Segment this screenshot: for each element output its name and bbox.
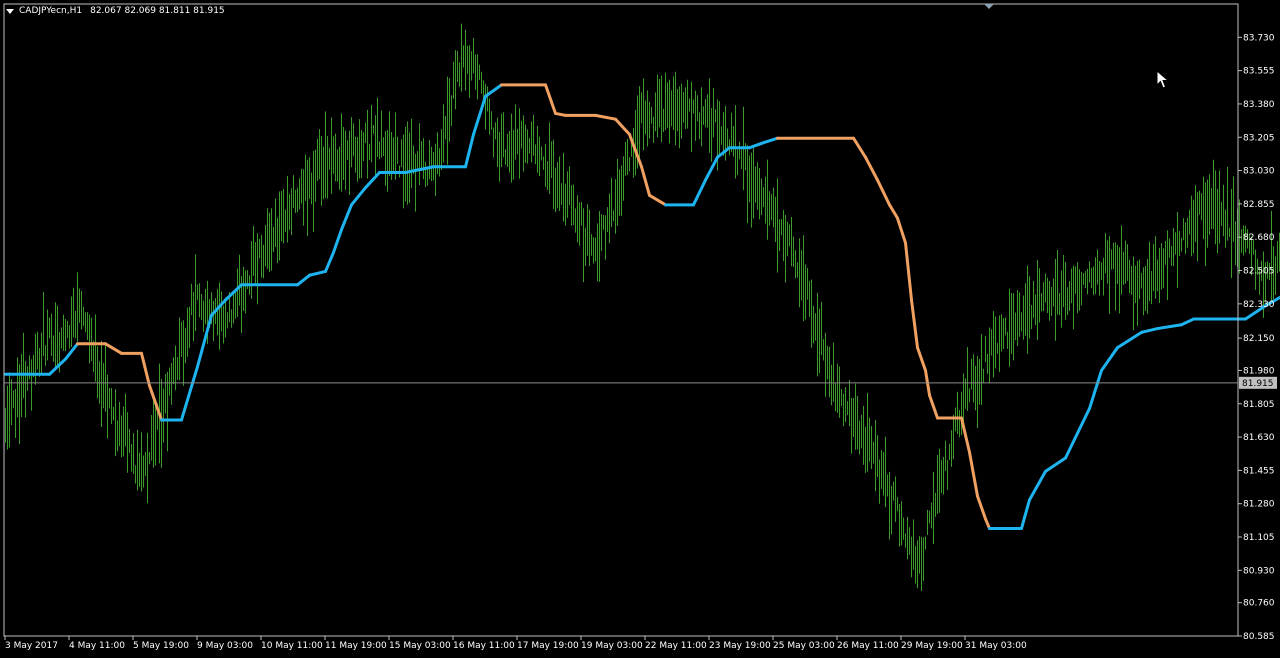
trend-line-segment	[140, 351, 151, 388]
y-tick-label: 82.680	[1243, 233, 1275, 243]
y-tick-label: 81.805	[1243, 400, 1275, 410]
trend-line-segment	[324, 250, 335, 273]
trend-line-segment	[104, 342, 123, 355]
x-tick-label: 15 May 03:00	[389, 641, 451, 651]
x-tick-label: 26 May 11:00	[837, 641, 899, 651]
trend-line-segment	[852, 136, 867, 159]
trend-line-segment	[910, 298, 919, 350]
trend-line-segment	[928, 393, 939, 420]
y-tick-label: 80.585	[1243, 632, 1275, 642]
trend-line-segment	[1088, 368, 1103, 411]
trend-line-segment	[614, 117, 631, 136]
trend-line-segment	[748, 140, 767, 150]
x-tick-label: 16 May 11:00	[453, 641, 515, 651]
trend-line-segment	[916, 346, 927, 372]
trend-line-segment	[1076, 407, 1091, 435]
x-tick-label: 31 May 03:00	[965, 641, 1027, 651]
y-tick-label: 83.555	[1243, 67, 1275, 77]
x-tick-label: 25 May 03:00	[773, 641, 835, 651]
y-tick-label: 82.505	[1243, 267, 1275, 277]
trend-line-segment	[544, 83, 557, 115]
y-tick-label: 81.280	[1243, 500, 1275, 510]
trend-line-segment	[1044, 456, 1067, 473]
trend-line-segment	[1116, 330, 1143, 350]
y-tick-label: 81.980	[1243, 366, 1275, 376]
trend-line-layer	[4, 83, 1280, 530]
x-tick-label: 4 May 11:00	[69, 641, 125, 651]
trend-line-segment	[1028, 469, 1047, 502]
trend-line-segment	[648, 193, 667, 207]
ohlc-values: 82.067 82.069 81.811 81.915	[90, 6, 225, 16]
x-tick-label: 9 May 03:00	[197, 641, 253, 651]
trend-line-segment	[896, 216, 907, 245]
x-tick-label: 17 May 19:00	[517, 641, 579, 651]
mouse-pointer-icon	[1156, 70, 1170, 89]
y-tick-label: 83.030	[1243, 167, 1275, 177]
trend-line-segment	[984, 517, 991, 530]
price-axis: 83.730 83.555 83.380 83.205 83.030 82.855 82.6…	[1238, 33, 1277, 642]
trend-line-segment	[864, 155, 879, 182]
current-price-label: 81.915	[1242, 379, 1274, 389]
x-tick-label: 23 May 19:00	[709, 641, 771, 651]
trend-line-segment	[960, 416, 971, 454]
y-tick-label: 83.380	[1243, 100, 1275, 110]
trend-line-segment	[1020, 498, 1031, 530]
trend-line-segment	[968, 450, 979, 498]
x-tick-label: 11 May 19:00	[325, 641, 387, 651]
x-tick-label: 19 May 03:00	[581, 641, 643, 651]
trend-line-segment	[196, 313, 213, 369]
trend-line-segment	[472, 94, 487, 136]
price-chart[interactable]: 83.730 83.555 83.380 83.205 83.030 82.855 82.6…	[0, 0, 1280, 658]
y-tick-label: 82.150	[1243, 334, 1275, 344]
trend-line-segment	[350, 186, 367, 207]
y-tick-label: 80.930	[1243, 566, 1275, 576]
trend-line-segment	[296, 273, 311, 287]
trend-line-segment	[888, 203, 899, 220]
trend-line-segment	[976, 494, 987, 521]
y-tick-label: 81.105	[1243, 533, 1275, 543]
x-tick-label: 10 May 11:00	[261, 641, 323, 651]
trend-line-segment	[464, 132, 475, 169]
time-axis: 3 May 2017 4 May 11:00 5 May 19:00 9 May 03…	[4, 636, 1027, 651]
x-tick-label: 29 May 19:00	[901, 641, 963, 651]
trend-line-segment	[876, 178, 891, 207]
trend-line-segment	[764, 136, 779, 144]
chart-area[interactable]: 83.730 83.555 83.380 83.205 83.030 82.855 82.6…	[0, 0, 1280, 658]
chart-shift-marker[interactable]	[984, 4, 994, 9]
trend-line-segment	[1156, 323, 1183, 331]
y-tick-label: 82.330	[1243, 300, 1275, 310]
trend-line-segment	[340, 203, 353, 232]
trend-line-segment	[1140, 327, 1159, 334]
x-tick-label: 5 May 19:00	[133, 641, 189, 651]
trend-line-segment	[332, 228, 343, 254]
trend-line-segment	[1180, 317, 1195, 327]
trend-line-segment	[594, 113, 617, 121]
trend-line-segment	[640, 165, 651, 197]
trend-line-segment	[1064, 431, 1079, 460]
symbol-header: CADJPYecn,H1 82.067 82.069 81.811 81.915	[6, 6, 225, 16]
y-tick-label: 83.730	[1243, 33, 1275, 43]
triangle-down-icon[interactable]	[6, 8, 14, 14]
trend-line-segment	[308, 269, 327, 277]
candles-layer	[5, 23, 1280, 592]
symbol-label: CADJPYecn,H1	[19, 6, 83, 16]
x-tick-label: 22 May 11:00	[645, 641, 707, 651]
y-tick-label: 81.455	[1243, 466, 1275, 476]
y-tick-label: 82.855	[1243, 200, 1275, 210]
y-tick-label: 81.630	[1243, 433, 1275, 443]
x-tick-label: 3 May 2017	[5, 641, 58, 651]
trend-line-segment	[692, 178, 707, 207]
y-tick-label: 80.760	[1243, 599, 1275, 609]
trend-line-segment	[904, 241, 913, 302]
y-tick-label: 83.205	[1243, 133, 1275, 143]
trend-line-segment	[554, 111, 567, 117]
trend-line-segment	[1100, 346, 1119, 372]
